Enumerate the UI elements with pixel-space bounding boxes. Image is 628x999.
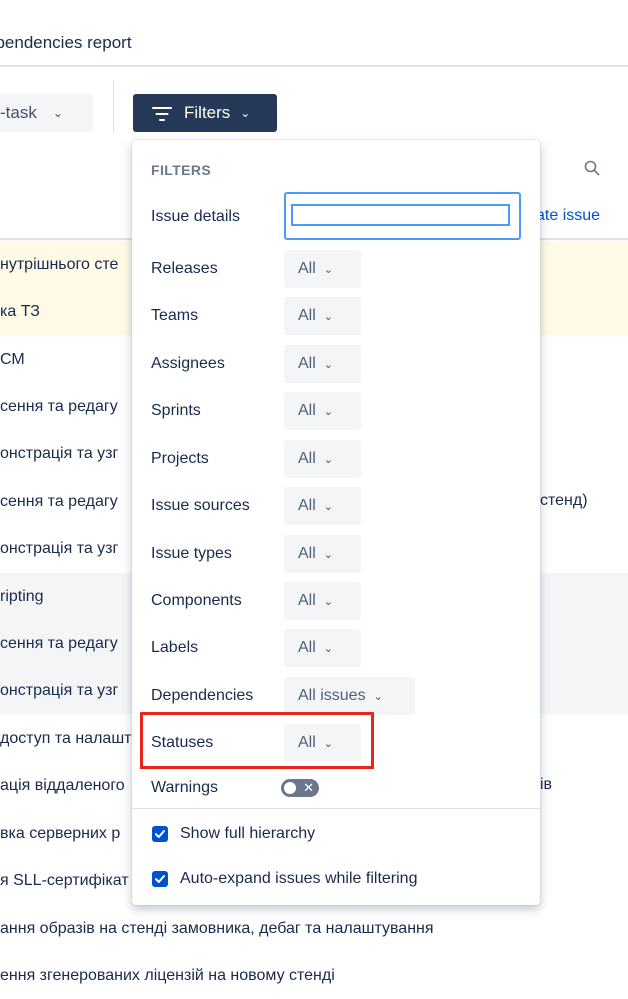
chevron-down-icon: ⌄ xyxy=(324,358,333,371)
select-value: All xyxy=(298,260,316,278)
row-title: ення згенерованих ліцензій на новому сте… xyxy=(0,967,335,985)
row-title-tail: ів xyxy=(540,776,552,794)
row-title: сення та редагу xyxy=(0,635,118,653)
filter-label-releases: Releases xyxy=(151,260,218,278)
dependencies-select[interactable]: All issues ⌄ xyxy=(284,677,415,715)
filter-icon xyxy=(152,105,172,121)
releases-select[interactable]: All ⌄ xyxy=(284,250,361,288)
select-value: All issues xyxy=(298,687,366,705)
row-title: ання образів на стенді замовника, дебаг … xyxy=(0,920,434,938)
chevron-down-icon: ⌄ xyxy=(324,595,333,608)
chevron-down-icon: ⌄ xyxy=(374,690,383,703)
row-title: сення та редагу xyxy=(0,493,118,511)
panel-divider xyxy=(132,808,540,809)
close-icon: ✕ xyxy=(303,780,314,796)
issue-types-select[interactable]: All ⌄ xyxy=(284,535,361,573)
row-title: СМ xyxy=(0,351,25,369)
issue-details-label: Issue details xyxy=(151,208,240,226)
row-title: я SLL-сертифікат xyxy=(0,872,129,890)
chevron-down-icon: ⌄ xyxy=(324,453,333,466)
chevron-down-icon: ⌄ xyxy=(53,106,63,120)
select-value: All xyxy=(298,592,316,610)
filters-button[interactable]: Filters ⌄ xyxy=(133,94,277,132)
issue-details-input[interactable] xyxy=(291,204,510,226)
annotation-highlight xyxy=(140,712,374,769)
select-value: All xyxy=(298,450,316,468)
auto-expand-label: Auto-expand issues while filtering xyxy=(180,870,417,888)
select-value: All xyxy=(298,402,316,420)
select-value: All xyxy=(298,355,316,373)
labels-select[interactable]: All ⌄ xyxy=(284,629,361,667)
filter-label-labels: Labels xyxy=(151,639,198,657)
filters-panel-title: FILTERS xyxy=(151,162,211,178)
filter-label-projects: Projects xyxy=(151,450,209,468)
checkmark-icon xyxy=(154,873,166,885)
warnings-label: Warnings xyxy=(151,779,218,797)
view-select[interactable]: -task ⌄ xyxy=(0,94,93,132)
search-icon[interactable] xyxy=(584,160,600,176)
table-row[interactable]: ення згенерованих ліцензій на новому сте… xyxy=(0,952,628,999)
filters-panel: FILTERS Issue details Releases All ⌄ Tea… xyxy=(132,140,540,905)
toggle-knob xyxy=(284,782,296,794)
select-value: All xyxy=(298,639,316,657)
row-title: онстрація та узг xyxy=(0,682,118,700)
row-title-tail: стенд) xyxy=(540,492,588,510)
sprints-select[interactable]: All ⌄ xyxy=(284,392,361,430)
row-title: доступ та налашт xyxy=(0,730,131,748)
chevron-down-icon: ⌄ xyxy=(324,642,333,655)
chevron-down-icon: ⌄ xyxy=(324,548,333,561)
filter-label-teams: Teams xyxy=(151,307,198,325)
row-title: ація віддаленого xyxy=(0,777,125,795)
select-value: All xyxy=(298,497,316,515)
select-value: All xyxy=(298,307,316,325)
issue-sources-select[interactable]: All ⌄ xyxy=(284,487,361,525)
chevron-down-icon: ⌄ xyxy=(240,106,250,120)
chevron-down-icon: ⌄ xyxy=(324,500,333,513)
page-title: ependencies report xyxy=(0,33,132,53)
filter-label-assignees: Assignees xyxy=(151,355,225,373)
components-select[interactable]: All ⌄ xyxy=(284,582,361,620)
show-full-hierarchy-checkbox[interactable] xyxy=(152,826,168,842)
warnings-toggle[interactable]: ✕ xyxy=(281,779,319,797)
chevron-down-icon: ⌄ xyxy=(324,310,333,323)
issue-details-field[interactable] xyxy=(284,192,521,240)
filter-label-issue-types: Issue types xyxy=(151,545,232,563)
row-title: онстрація та узг xyxy=(0,445,118,463)
row-title: нутрішнього сте xyxy=(0,256,118,274)
filter-label-dependencies: Dependencies xyxy=(151,687,253,705)
filters-button-label: Filters xyxy=(184,103,230,123)
header-divider xyxy=(0,65,628,67)
row-title: вка серверних р xyxy=(0,825,120,843)
row-title: сення та редагу xyxy=(0,398,118,416)
table-row[interactable]: ання образів на стенді замовника, дебаг … xyxy=(0,905,628,952)
toolbar-divider xyxy=(113,80,114,132)
auto-expand-checkbox[interactable] xyxy=(152,871,168,887)
row-title: ripting xyxy=(0,588,44,606)
projects-select[interactable]: All ⌄ xyxy=(284,440,361,478)
row-title: онстрація та узг xyxy=(0,540,118,558)
row-title: ка ТЗ xyxy=(0,303,40,321)
checkmark-icon xyxy=(154,828,166,840)
chevron-down-icon: ⌄ xyxy=(324,263,333,276)
assignees-select[interactable]: All ⌄ xyxy=(284,345,361,383)
view-select-label: -task xyxy=(0,103,37,123)
select-value: All xyxy=(298,545,316,563)
show-full-hierarchy-label: Show full hierarchy xyxy=(180,825,315,843)
filter-label-sprints: Sprints xyxy=(151,402,201,420)
chevron-down-icon: ⌄ xyxy=(324,405,333,418)
filter-label-components: Components xyxy=(151,592,242,610)
filter-label-issue-sources: Issue sources xyxy=(151,497,250,515)
teams-select[interactable]: All ⌄ xyxy=(284,297,361,335)
create-issue-link[interactable]: ate issue xyxy=(536,207,600,225)
